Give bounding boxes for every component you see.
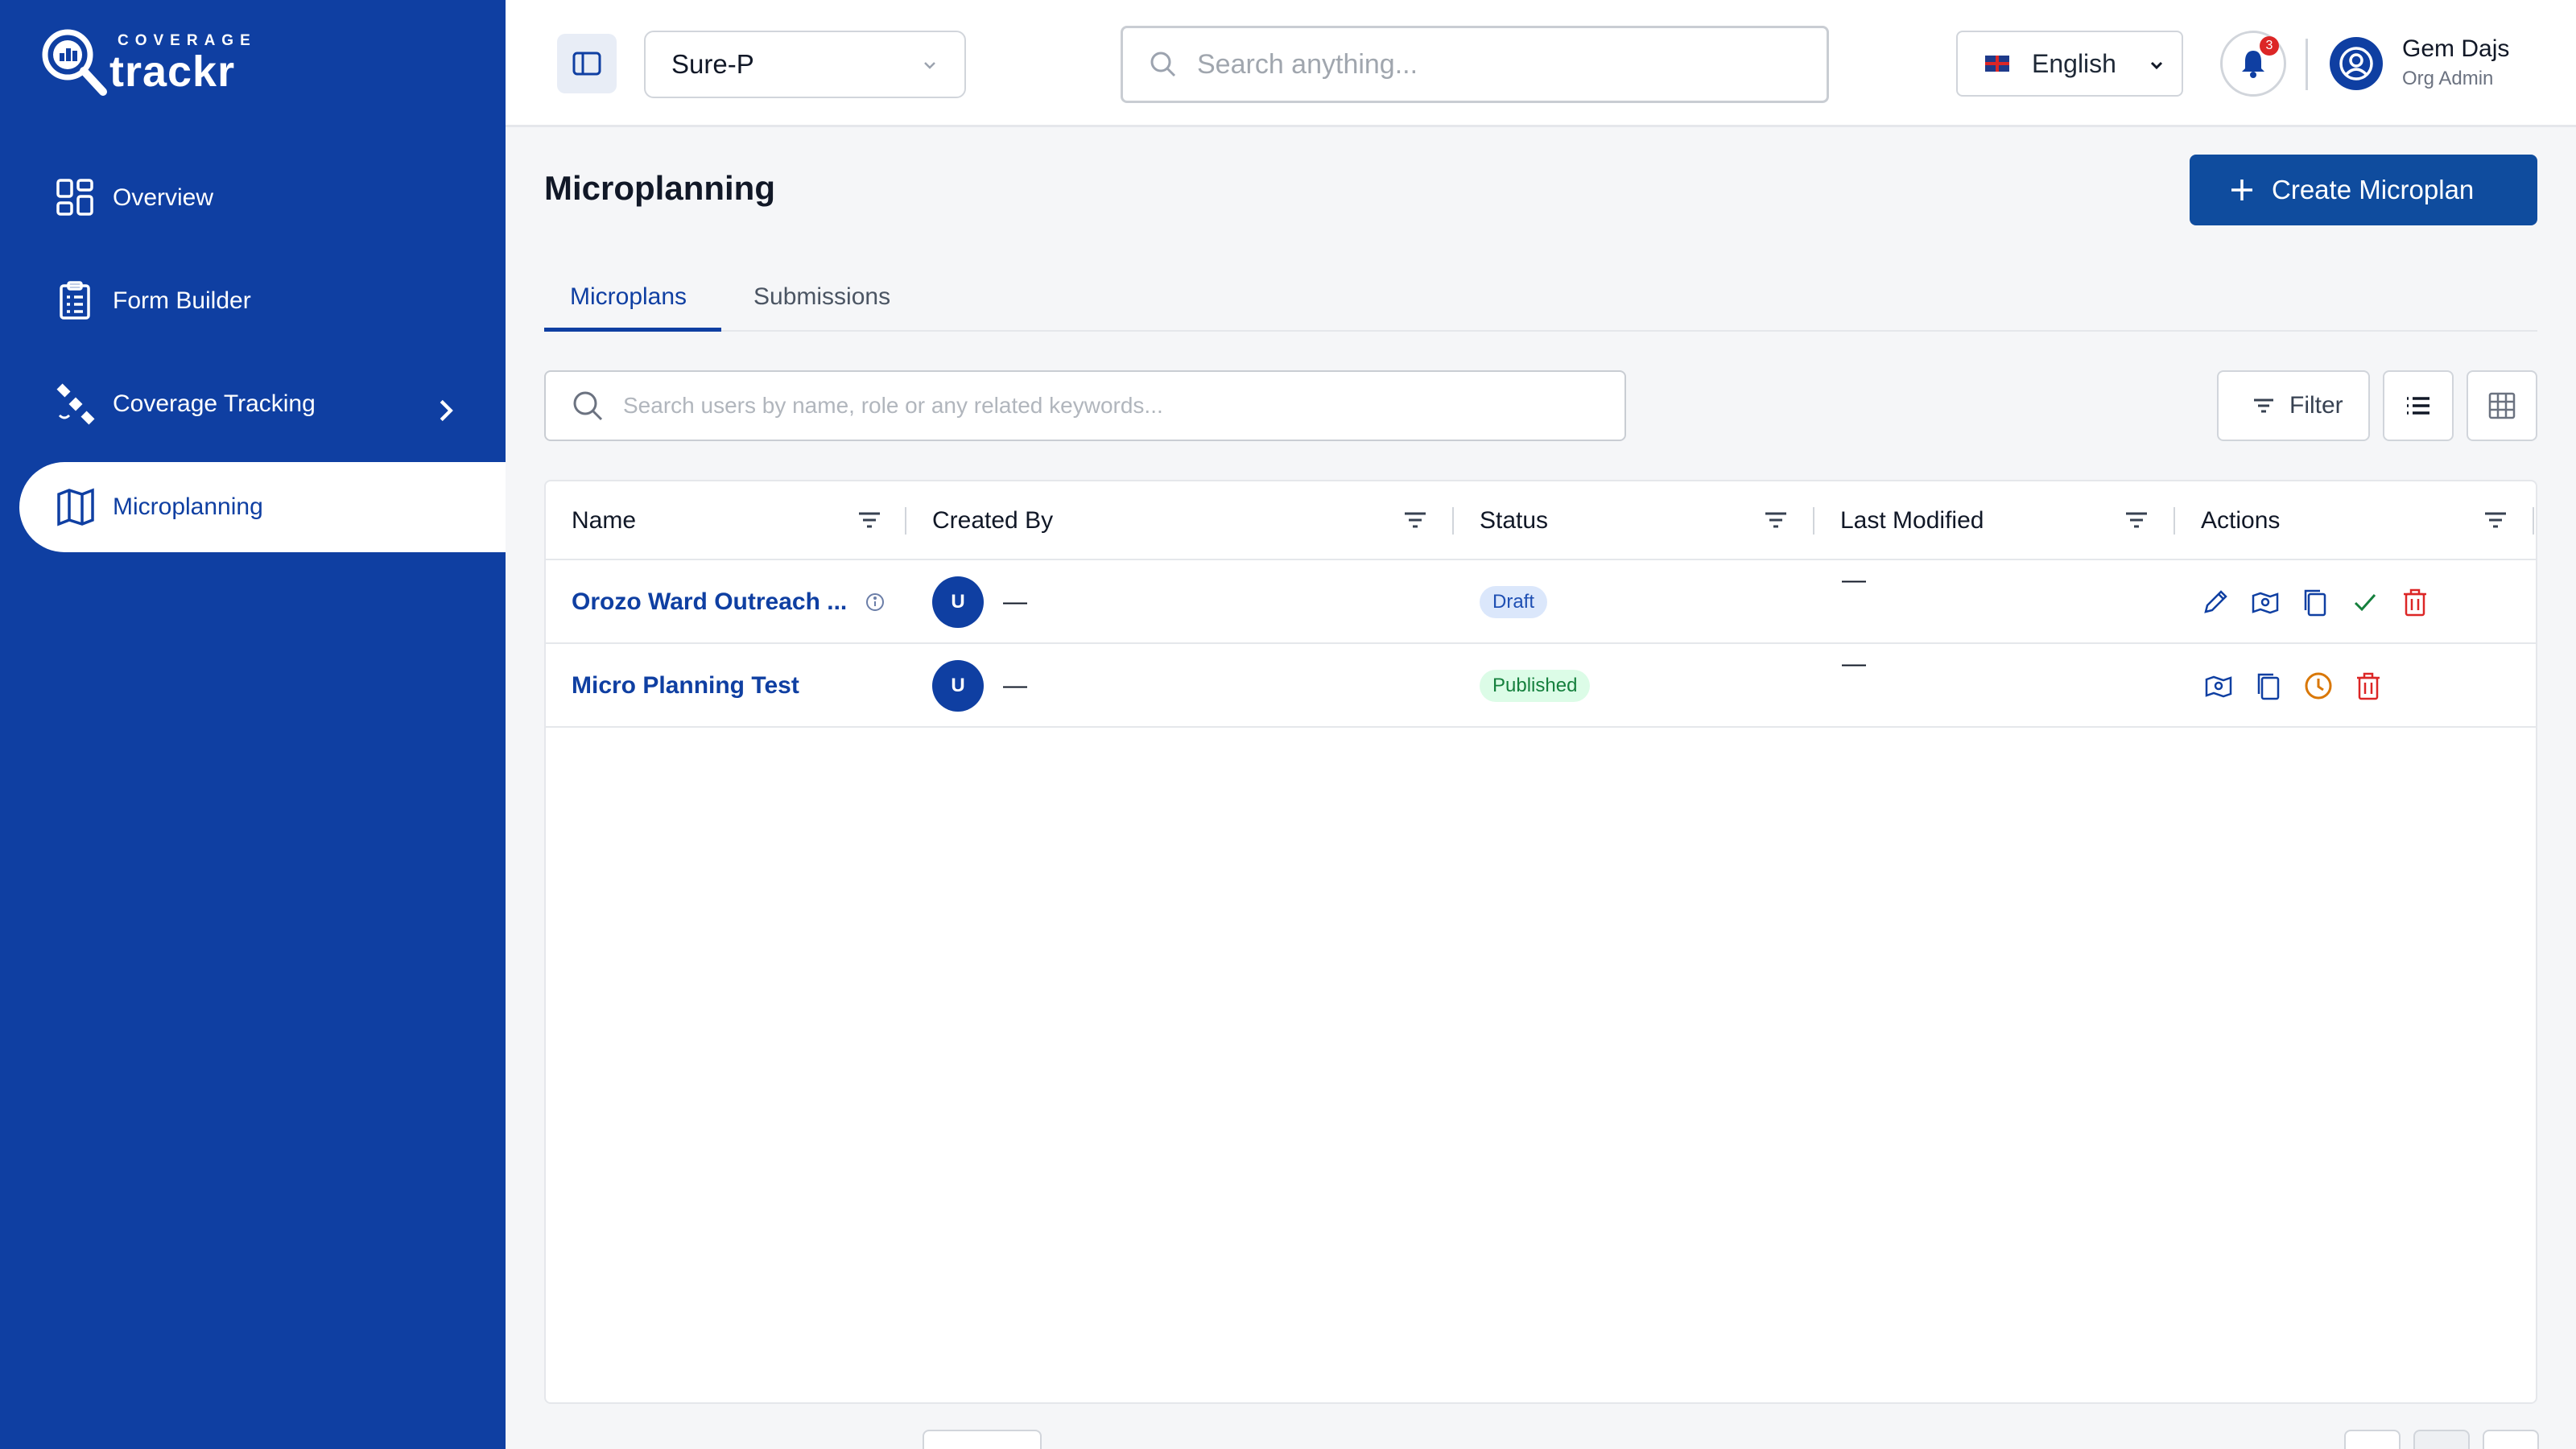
previous-page-button[interactable] (2344, 1430, 2401, 1449)
logo-name: trackr (109, 47, 236, 96)
column-header-name: Name (572, 507, 637, 534)
avatar: U (932, 576, 984, 628)
table-search-input[interactable]: Search users by name, role or any relate… (544, 370, 1626, 441)
sidebar-item-overview[interactable]: Overview (19, 153, 506, 243)
tab-microplans[interactable]: Microplans (544, 274, 721, 332)
column-filter-icon[interactable] (2483, 507, 2508, 533)
sidebar-item-label: Microplanning (113, 493, 263, 520)
top-header: Sure-P Search anything... English 3 Gem … (506, 0, 2576, 127)
grid-view-button[interactable] (2467, 370, 2537, 441)
rows-per-page-select[interactable] (923, 1430, 1042, 1449)
copy-icon[interactable] (2299, 586, 2331, 618)
global-search-placeholder: Search anything... (1197, 48, 1418, 80)
chevron-right-icon (440, 399, 453, 422)
column-separator (905, 507, 906, 535)
uk-flag-icon (1985, 56, 2009, 72)
delete-trash-icon[interactable] (2399, 586, 2431, 618)
next-page-button[interactable] (2483, 1430, 2539, 1449)
create-microplan-button[interactable]: Create Microplan (2190, 155, 2537, 225)
grid-icon (2488, 392, 2516, 419)
sidebar: COVERAGE trackr Overview Form Builder Co… (0, 0, 506, 1449)
language-select[interactable]: English (1956, 31, 2183, 97)
page-title: Microplanning (544, 169, 775, 207)
info-icon[interactable] (865, 592, 886, 613)
list-icon (2407, 397, 2429, 415)
list-view-button[interactable] (2383, 370, 2454, 441)
column-filter-icon[interactable] (2124, 507, 2149, 533)
delete-trash-icon[interactable] (2352, 670, 2384, 702)
copy-icon[interactable] (2252, 670, 2285, 702)
overview-icon (56, 179, 93, 216)
column-separator (2533, 507, 2534, 535)
table-search-placeholder: Search users by name, role or any relate… (623, 393, 1163, 418)
status-badge: Published (1480, 670, 1591, 702)
sidebar-item-label: Overview (113, 184, 214, 211)
logo-magnifier-icon (39, 26, 113, 100)
column-separator (1452, 507, 1454, 535)
header-divider (2306, 39, 2308, 90)
avatar: U (932, 660, 984, 712)
sidebar-nav: Overview Form Builder Coverage Tracking (19, 153, 506, 565)
creator-name: — (1003, 588, 1027, 615)
plus-icon (2231, 180, 2252, 200)
map-view-icon[interactable] (2249, 586, 2281, 618)
user-name[interactable]: Gem Dajs (2402, 35, 2509, 63)
sidebar-item-microplanning[interactable]: Microplanning (19, 462, 506, 552)
column-filter-icon[interactable] (1763, 507, 1789, 533)
form-builder-icon (60, 281, 90, 320)
status-badge: Draft (1480, 586, 1548, 618)
user-avatar[interactable] (2330, 37, 2383, 90)
column-separator (2174, 507, 2175, 535)
table-row[interactable]: Micro Planning Test U — Published — (546, 644, 2536, 728)
microplans-table: Name Created By Status Last Modified Act… (544, 480, 2537, 1404)
approve-check-icon[interactable] (2349, 586, 2381, 618)
create-microplan-label: Create Microplan (2272, 175, 2475, 204)
tab-submissions[interactable]: Submissions (753, 274, 914, 332)
microplan-name-link[interactable]: Orozo Ward Outreach ... (572, 588, 847, 616)
column-header-last-modified: Last Modified (1840, 507, 1984, 534)
pending-clock-icon[interactable] (2302, 670, 2334, 702)
sidebar-item-label: Coverage Tracking (113, 390, 316, 417)
table-header: Name Created By Status Last Modified Act… (546, 481, 2536, 560)
last-modified-value: — (1842, 567, 1866, 593)
column-header-status: Status (1480, 507, 1549, 534)
search-icon (573, 391, 603, 421)
column-header-created-by: Created By (932, 507, 1054, 534)
column-filter-icon[interactable] (857, 507, 882, 533)
filter-button[interactable]: Filter (2217, 370, 2370, 441)
user-circle-icon (2339, 47, 2373, 80)
column-filter-icon[interactable] (1402, 507, 1428, 533)
user-role: Org Admin (2402, 68, 2494, 89)
column-header-actions: Actions (2201, 507, 2281, 534)
filter-icon (2254, 398, 2273, 413)
chevron-down-icon (924, 62, 935, 69)
language-value: English (2032, 48, 2116, 78)
sidebar-item-form-builder[interactable]: Form Builder (19, 256, 506, 346)
microplan-name-link[interactable]: Micro Planning Test (572, 672, 799, 700)
panel-toggle-icon (572, 52, 601, 76)
edit-pencil-icon[interactable] (2199, 586, 2231, 618)
creator-name: — (1003, 672, 1027, 699)
sidebar-item-label: Form Builder (113, 287, 251, 314)
tab-bar: Microplans Submissions (544, 274, 2537, 332)
project-select-value: Sure-P (671, 49, 754, 79)
table-row[interactable]: Orozo Ward Outreach ... U — Draft — (546, 560, 2536, 644)
sidebar-toggle-button[interactable] (557, 34, 617, 93)
sidebar-item-coverage-tracking[interactable]: Coverage Tracking (19, 359, 506, 449)
logo[interactable]: COVERAGE trackr (39, 26, 257, 100)
current-page-button[interactable] (2413, 1430, 2470, 1449)
search-icon (1150, 52, 1176, 77)
last-modified-value: — (1842, 650, 1866, 677)
column-separator (1813, 507, 1814, 535)
project-select[interactable]: Sure-P (644, 31, 966, 98)
global-search-input[interactable]: Search anything... (1121, 26, 1829, 103)
notification-count-badge: 3 (2260, 36, 2279, 56)
map-view-icon[interactable] (2202, 670, 2235, 702)
satellite-icon (56, 383, 95, 425)
filter-label: Filter (2289, 392, 2343, 419)
map-icon (57, 488, 94, 526)
notifications-button[interactable]: 3 (2220, 31, 2286, 97)
chevron-down-icon (2150, 61, 2163, 70)
